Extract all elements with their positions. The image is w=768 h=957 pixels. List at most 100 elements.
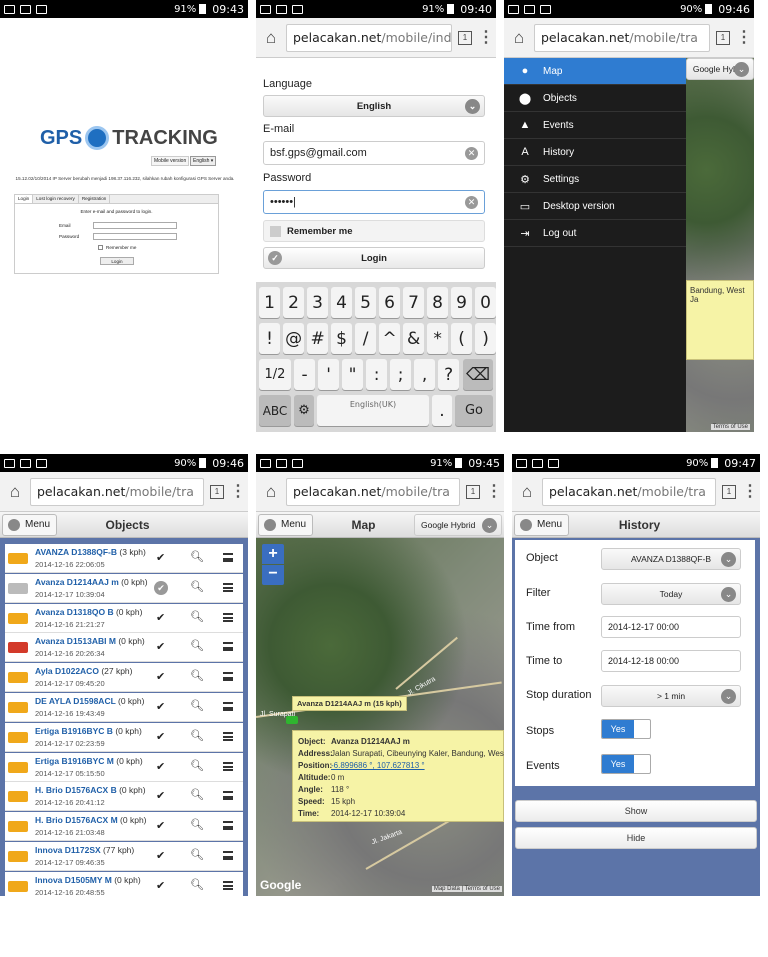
url-field[interactable]: pelacakan.net/mobile/tra [286,477,460,506]
key[interactable]: # [307,323,329,354]
tabs-icon[interactable]: 1 [466,484,480,499]
tabs-icon[interactable]: 1 [210,484,224,499]
gear-icon[interactable]: ⚙ [294,395,314,426]
visible-check-icon[interactable]: ✔ [154,580,168,595]
visible-check-icon[interactable]: ✔ [156,611,165,624]
tabs-icon[interactable]: 1 [722,484,736,499]
search-icon[interactable]: 🔍︎ [190,699,204,712]
key[interactable]: 6 [379,287,401,318]
remember-checkbox[interactable] [270,225,281,237]
clear-icon[interactable]: ✕ [465,147,478,160]
object-name[interactable]: Ertiga B1916BYC B (0 kph) [35,726,142,736]
key[interactable]: / [355,323,377,354]
time-from-field[interactable]: 2014-12-17 00:00 [601,616,741,638]
search-icon[interactable]: 🔍︎ [190,610,204,623]
object-row[interactable]: Ayla D1022ACO (27 kph) 2014-12-17 09:45:2… [5,663,243,693]
hamburger-icon[interactable] [223,612,233,622]
key[interactable]: & [403,323,425,354]
object-row[interactable]: H. Brio D1576ACX M (0 kph) 2014-12-16 21:… [5,812,243,842]
go-key[interactable]: Go [455,395,493,426]
key[interactable]: $ [331,323,353,354]
object-row[interactable]: Avanza D1513ABI M (0 kph) 2014-12-16 20:2… [5,633,243,663]
visible-check-icon[interactable]: ✔ [156,849,165,862]
menu-item-events[interactable]: ▲ Events [504,112,686,139]
menu-item-history[interactable]: A History [504,139,686,166]
visible-check-icon[interactable]: ✔ [156,760,165,773]
tabs-icon[interactable]: 1 [716,30,730,45]
zoom-out-button[interactable]: − [262,565,284,585]
search-icon[interactable]: 🔍︎ [190,580,204,593]
stops-toggle[interactable]: Yes [601,719,651,739]
hamburger-icon[interactable] [223,702,233,711]
object-name[interactable]: Avanza D1513ABI M (0 kph) [35,636,145,646]
search-icon[interactable]: 🔍︎ [190,818,204,831]
password-field[interactable]: ••••••| ✕ [263,190,485,214]
zoom-in-button[interactable]: + [262,544,284,564]
key[interactable]: : [366,359,388,390]
home-icon[interactable]: ⌂ [510,28,528,48]
object-name[interactable]: AVANZA D1388QF-B (3 kph) [35,547,146,557]
search-icon[interactable]: 🔍︎ [190,669,204,682]
map-attribution[interactable]: Map Data | Terms of Use [431,886,502,892]
search-icon[interactable]: 🔍︎ [190,788,204,801]
object-name[interactable]: Ertiga B1916BYC M (0 kph) [35,756,143,766]
object-name[interactable]: Avanza D1318QO B (0 kph) [35,607,142,617]
hamburger-icon[interactable] [223,851,233,860]
hamburger-icon[interactable] [223,582,233,592]
password-field[interactable] [93,233,177,240]
tab-registration[interactable]: Registration [79,195,111,203]
key[interactable]: ( [451,323,473,354]
visible-check-icon[interactable]: ✔ [156,789,165,802]
object-row[interactable]: Innova D1505MY M (0 kph) 2014-12-16 20:48… [5,871,243,896]
object-row[interactable]: H. Brio D1576ACX B (0 kph) 2014-12-16 20:… [5,782,243,812]
search-icon[interactable]: 🔍︎ [190,759,204,772]
object-row[interactable]: Avanza D1214AAJ m (0 kph) 2014-12-17 10:3… [5,573,243,603]
menu-item-log-out[interactable]: ⇥ Log out [504,220,686,247]
visible-check-icon[interactable]: ✔ [156,670,165,683]
visible-check-icon[interactable]: ✔ [156,700,165,713]
remember-checkbox[interactable] [98,245,103,250]
key[interactable]: 0 [475,287,496,318]
object-name[interactable]: Innova D1172SX (77 kph) [35,845,134,855]
key[interactable]: 1 [259,287,281,318]
key[interactable]: ; [390,359,412,390]
object-row[interactable]: AVANZA D1388QF-B (3 kph) 2014-12-16 22:06… [5,544,243,573]
key[interactable]: ^ [379,323,401,354]
visible-check-icon[interactable]: ✔ [156,730,165,743]
object-name[interactable]: Avanza D1214AAJ m (0 kph) [35,577,148,587]
clear-icon[interactable]: ✕ [465,196,478,209]
overflow-menu-icon[interactable]: ⋮ [742,483,758,499]
hamburger-icon[interactable] [223,880,233,890]
menu-item-desktop-version[interactable]: ▭ Desktop version [504,193,686,220]
popup-value[interactable]: -6.899686 °, 107.627813 ° [331,760,425,772]
key[interactable]: 7 [403,287,425,318]
menu-item-objects[interactable]: ⬤ Objects [504,85,686,112]
object-row[interactable]: Avanza D1318QO B (0 kph) 2014-12-16 21:21… [5,603,243,633]
menu-button[interactable]: Menu [514,513,570,536]
hamburger-icon[interactable] [223,821,233,831]
url-field[interactable]: pelacakan.net/mobile/tra [542,477,716,506]
object-name[interactable]: Innova D1505MY M (0 kph) [35,875,141,885]
key[interactable]: 2 [283,287,305,318]
hamburger-icon[interactable] [223,761,233,771]
visible-check-icon[interactable]: ✔ [156,879,165,892]
key[interactable]: , [414,359,436,390]
stop-duration-select[interactable]: > 1 min ⌄ [601,685,741,707]
home-icon[interactable]: ⌂ [6,482,24,502]
object-name[interactable]: H. Brio D1576ACX B (0 kph) [35,785,146,795]
key[interactable]: ' [318,359,340,390]
language-select[interactable]: English ▾ [190,156,217,166]
space-key[interactable]: English(UK) [317,395,429,426]
hamburger-icon[interactable] [223,553,233,562]
events-toggle[interactable]: Yes [601,754,651,774]
mobile-version-link[interactable]: Mobile version [151,156,190,166]
hamburger-icon[interactable] [223,791,233,801]
email-field[interactable]: bsf.gps@gmail.com ✕ [263,141,485,165]
search-icon[interactable]: 🔍︎ [190,729,204,742]
object-row[interactable]: DE AYLA D1598ACL (0 kph) 2014-12-16 19:43… [5,693,243,722]
key[interactable]: ) [475,323,496,354]
home-icon[interactable]: ⌂ [262,28,280,48]
tab-lost-login[interactable]: Lost login recovery [33,195,79,203]
tab-login[interactable]: Login [15,195,34,203]
login-button[interactable]: Login [100,257,134,265]
